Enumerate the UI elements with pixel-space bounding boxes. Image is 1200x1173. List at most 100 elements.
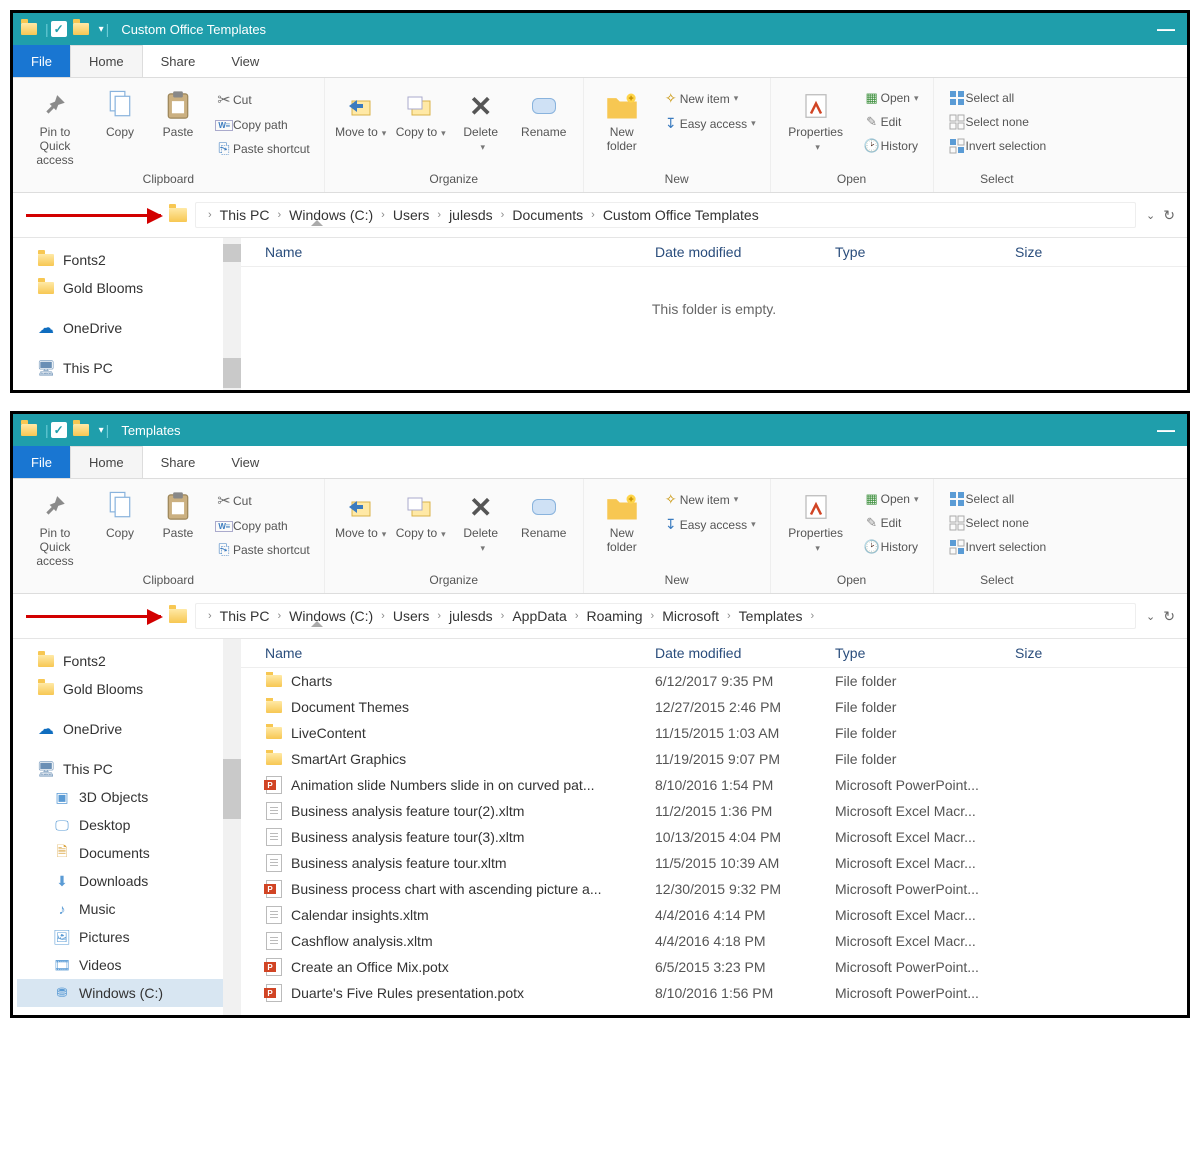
breadcrumb-segment[interactable]: julesds	[449, 207, 493, 223]
sidebar-item[interactable]: Fonts2	[17, 647, 237, 675]
scrollbar-thumb[interactable]	[223, 759, 241, 819]
history-button[interactable]: 🕑History	[859, 537, 923, 557]
breadcrumb-segment[interactable]: Custom Office Templates	[603, 207, 759, 223]
rename-button[interactable]: Rename	[515, 485, 573, 569]
file-row[interactable]: Calendar insights.xltm 4/4/2016 4:14 PM …	[241, 902, 1187, 928]
invert-selection-button[interactable]: Invert selection	[944, 537, 1051, 557]
edit-button[interactable]: ✎Edit	[859, 112, 923, 132]
new-folder-button[interactable]: New folder	[594, 485, 650, 569]
new-item-button[interactable]: ✧New item▾	[658, 88, 760, 109]
tab-share[interactable]: Share	[143, 446, 214, 478]
tab-home[interactable]: Home	[70, 446, 143, 478]
delete-button[interactable]: ✕ Delete▾	[455, 84, 507, 168]
sidebar-item[interactable]: Gold Blooms	[17, 675, 237, 703]
minimize-button[interactable]: —	[1157, 420, 1175, 441]
copy-path-button[interactable]: W≡Copy path	[211, 116, 314, 134]
column-size[interactable]: Size	[1015, 244, 1187, 260]
column-name[interactable]: Name	[241, 244, 655, 260]
breadcrumb[interactable]: ›This PC›Windows (C:)›Users›julesds›AppD…	[195, 603, 1136, 629]
paste-button[interactable]: Paste	[153, 84, 203, 168]
select-all-button[interactable]: Select all	[944, 489, 1051, 509]
breadcrumb-segment[interactable]: Documents	[512, 207, 583, 223]
paste-shortcut-button[interactable]: ⎘Paste shortcut	[211, 539, 314, 560]
select-none-button[interactable]: Select none	[944, 112, 1051, 132]
breadcrumb-segment[interactable]: This PC	[220, 207, 270, 223]
select-none-button[interactable]: Select none	[944, 513, 1051, 533]
chevron-down-icon[interactable]: ▾	[99, 425, 104, 436]
cut-button[interactable]: ✂Cut	[211, 489, 314, 513]
sidebar-item[interactable]: 🖥This PC	[17, 354, 237, 382]
refresh-button[interactable]: ↻	[1163, 608, 1175, 625]
breadcrumb-segment[interactable]: Windows (C:)	[289, 608, 373, 624]
sidebar-item[interactable]: Fonts2	[17, 246, 237, 274]
breadcrumb-segment[interactable]: Users	[393, 207, 430, 223]
checkbox-icon[interactable]: ✓	[51, 21, 67, 37]
minimize-button[interactable]: —	[1157, 19, 1175, 40]
column-size[interactable]: Size	[1015, 645, 1187, 661]
refresh-button[interactable]: ↻	[1163, 207, 1175, 224]
file-row[interactable]: Cashflow analysis.xltm 4/4/2016 4:18 PM …	[241, 928, 1187, 954]
copy-button[interactable]: Copy	[95, 84, 145, 168]
delete-button[interactable]: ✕ Delete▾	[455, 485, 507, 569]
cut-button[interactable]: ✂Cut	[211, 88, 314, 112]
file-row[interactable]: Business analysis feature tour(2).xltm 1…	[241, 798, 1187, 824]
sidebar-item[interactable]: ⬇Downloads	[17, 867, 237, 895]
scrollbar-thumb[interactable]	[223, 358, 241, 388]
pin-to-quick-access-button[interactable]: Pin to Quick access	[23, 84, 87, 168]
copy-path-button[interactable]: W≡Copy path	[211, 517, 314, 535]
column-type[interactable]: Type	[835, 244, 1015, 260]
properties-button[interactable]: Properties▾	[781, 485, 851, 569]
column-type[interactable]: Type	[835, 645, 1015, 661]
pin-to-quick-access-button[interactable]: Pin to Quick access	[23, 485, 87, 569]
file-row[interactable]: Create an Office Mix.potx 6/5/2015 3:23 …	[241, 954, 1187, 980]
paste-button[interactable]: Paste	[153, 485, 203, 569]
sidebar-item[interactable]: ♪Music	[17, 895, 237, 923]
sidebar-item[interactable]: 🗎Documents	[17, 839, 237, 867]
breadcrumb[interactable]: ›This PC›Windows (C:)›Users›julesds›Docu…	[195, 202, 1136, 228]
sidebar-item[interactable]: 🖵Desktop	[17, 811, 237, 839]
breadcrumb-segment[interactable]: Windows (C:)	[289, 207, 373, 223]
tab-share[interactable]: Share	[143, 45, 214, 77]
titlebar[interactable]: | ✓ ▾ | Templates —	[13, 414, 1187, 446]
invert-selection-button[interactable]: Invert selection	[944, 136, 1051, 156]
properties-button[interactable]: Properties▾	[781, 84, 851, 168]
sidebar-item[interactable]: 🖥This PC	[17, 755, 237, 783]
tab-file[interactable]: File	[13, 446, 70, 478]
breadcrumb-segment[interactable]: julesds	[449, 608, 493, 624]
file-row[interactable]: Charts 6/12/2017 9:35 PM File folder	[241, 668, 1187, 694]
move-to-button[interactable]: Move to▾	[335, 84, 387, 168]
column-date-modified[interactable]: Date modified	[655, 645, 835, 661]
select-all-button[interactable]: Select all	[944, 88, 1051, 108]
edit-button[interactable]: ✎Edit	[859, 513, 923, 533]
rename-button[interactable]: Rename	[515, 84, 573, 168]
file-row[interactable]: Duarte's Five Rules presentation.potx 8/…	[241, 980, 1187, 1006]
tab-view[interactable]: View	[213, 446, 277, 478]
folder-icon[interactable]	[169, 208, 187, 222]
titlebar[interactable]: | ✓ ▾ | Custom Office Templates —	[13, 13, 1187, 45]
chevron-down-icon[interactable]: ▾	[99, 24, 104, 35]
scrollbar[interactable]	[223, 639, 241, 1015]
tab-home[interactable]: Home	[70, 45, 143, 77]
dropdown-icon[interactable]: ⌄	[1146, 209, 1155, 222]
history-button[interactable]: 🕑History	[859, 136, 923, 156]
sidebar-item[interactable]: ⛃Windows (C:)	[17, 979, 237, 1007]
new-folder-button[interactable]: New folder	[594, 84, 650, 168]
open-button[interactable]: ▦Open▾	[859, 88, 923, 108]
sidebar-item[interactable]: 🖼Pictures	[17, 923, 237, 951]
tab-view[interactable]: View	[213, 45, 277, 77]
sidebar-item[interactable]: 🎞Videos	[17, 951, 237, 979]
file-row[interactable]: Business analysis feature tour.xltm 11/5…	[241, 850, 1187, 876]
file-row[interactable]: Animation slide Numbers slide in on curv…	[241, 772, 1187, 798]
sidebar-item[interactable]: ▣3D Objects	[17, 783, 237, 811]
move-to-button[interactable]: Move to▾	[335, 485, 387, 569]
tab-file[interactable]: File	[13, 45, 70, 77]
column-name[interactable]: Name	[241, 645, 655, 661]
checkbox-icon[interactable]: ✓	[51, 422, 67, 438]
scrollbar[interactable]	[223, 238, 241, 390]
file-row[interactable]: SmartArt Graphics 11/19/2015 9:07 PM Fil…	[241, 746, 1187, 772]
sidebar-item[interactable]: Gold Blooms	[17, 274, 237, 302]
file-row[interactable]: Document Themes 12/27/2015 2:46 PM File …	[241, 694, 1187, 720]
copy-to-button[interactable]: Copy to▾	[395, 485, 447, 569]
scroll-up-icon[interactable]	[223, 244, 241, 262]
dropdown-icon[interactable]: ⌄	[1146, 610, 1155, 623]
